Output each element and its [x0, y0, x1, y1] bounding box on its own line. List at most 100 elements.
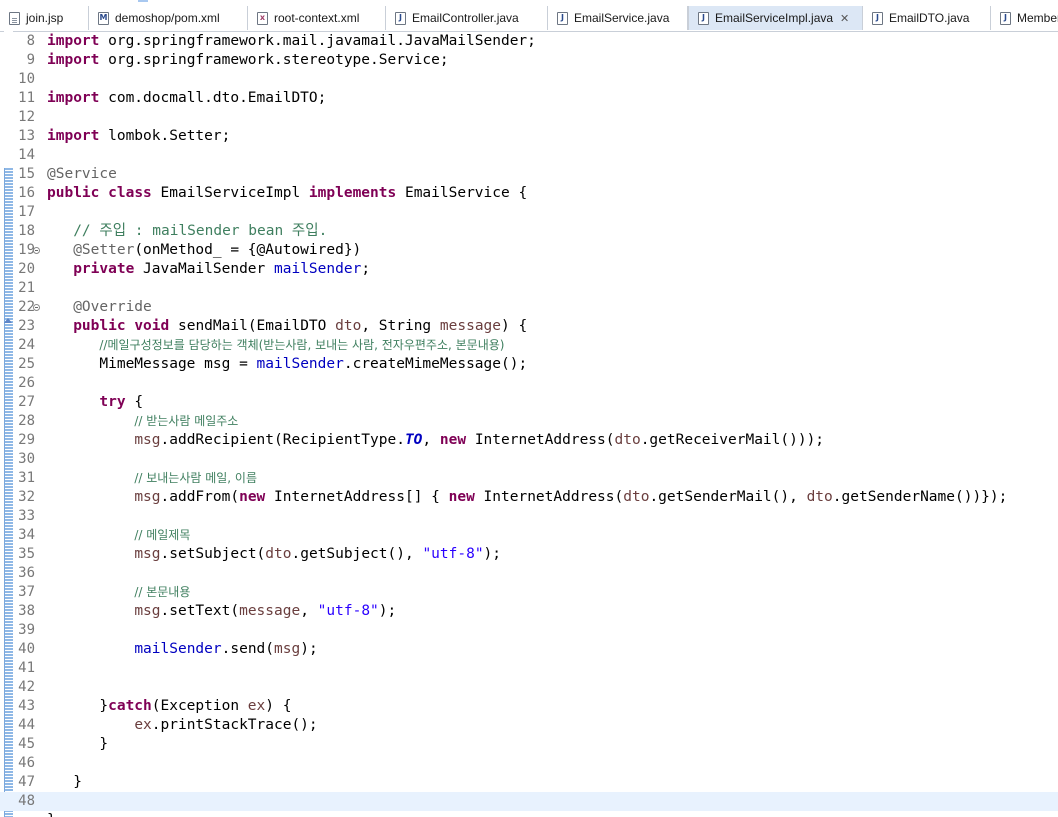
- java-file-icon: J: [557, 11, 568, 25]
- code-line[interactable]: 9 import org.springframework.stereotype.S…: [0, 51, 1058, 70]
- code-text: }: [47, 735, 108, 754]
- code-token: org.springframework.stereotype.Service;: [99, 52, 449, 68]
- code-line[interactable]: 17: [0, 203, 1058, 222]
- code-line[interactable]: 18 // 주입 : mailSender bean 주입.: [0, 222, 1058, 241]
- line-number: 23: [18, 318, 35, 334]
- code-token: dto: [623, 489, 650, 505]
- line-number: 29: [18, 432, 35, 448]
- code-line[interactable]: 40 mailSender.send(msg);: [0, 640, 1058, 659]
- code-line[interactable]: 21: [0, 279, 1058, 298]
- code-line[interactable]: 32 msg.addFrom(new InternetAddress[] { n…: [0, 488, 1058, 507]
- code-line[interactable]: 8 import org.springframework.mail.javamai…: [0, 32, 1058, 51]
- code-token: .setSubject(: [160, 546, 266, 562]
- code-text: MimeMessage msg = mailSender.createMimeM…: [47, 355, 527, 374]
- fold-collapse-icon[interactable]: [33, 247, 40, 254]
- code-line[interactable]: 20 private JavaMailSender mailSender;: [0, 260, 1058, 279]
- code-line[interactable]: 38 msg.setText(message, "utf-8");: [0, 602, 1058, 621]
- code-line[interactable]: 12: [0, 108, 1058, 127]
- code-line[interactable]: 47 }: [0, 773, 1058, 792]
- code-line[interactable]: 34 // 메일제목: [0, 526, 1058, 545]
- code-token: new: [439, 432, 467, 448]
- code-token: try: [99, 394, 126, 410]
- code-token: msg: [134, 603, 161, 619]
- code-line[interactable]: 45 }: [0, 735, 1058, 754]
- code-token: public: [73, 318, 126, 334]
- code-line[interactable]: 48: [0, 792, 1058, 811]
- code-line[interactable]: 27 try {: [0, 393, 1058, 412]
- line-number: 10: [18, 71, 35, 87]
- tab-email-service-impl[interactable]: J EmailServiceImpl.java ✕: [688, 6, 863, 30]
- code-token: @Service: [47, 166, 117, 182]
- code-token: // 주입 : mailSender bean 주입.: [73, 223, 328, 239]
- code-line[interactable]: 41: [0, 659, 1058, 678]
- code-line[interactable]: 29 msg.addRecipient(RecipientType.TO, ne…: [0, 431, 1058, 450]
- code-token: ex: [134, 717, 152, 733]
- code-line[interactable]: 11 import com.docmall.dto.EmailDTO;: [0, 89, 1058, 108]
- code-token: ,: [422, 432, 440, 448]
- code-editor[interactable]: 8 import org.springframework.mail.javamai…: [0, 31, 1058, 817]
- code-token: JavaMailSender: [134, 261, 274, 277]
- line-number: 44: [18, 717, 35, 733]
- code-line[interactable]: 14: [0, 146, 1058, 165]
- code-line[interactable]: }: [0, 811, 1058, 817]
- tab-root-context-xml[interactable]: x root-context.xml: [248, 6, 386, 30]
- code-text: // 본문내용: [47, 583, 190, 602]
- tab-label: EmailService.java: [574, 11, 670, 25]
- code-token: import: [47, 52, 100, 68]
- code-token: message: [439, 318, 502, 334]
- code-token: }: [47, 736, 109, 752]
- code-line[interactable]: 25 MimeMessage msg = mailSender.createMi…: [0, 355, 1058, 374]
- tab-pom-xml[interactable]: M demoshop/pom.xml: [89, 6, 248, 30]
- tab-member[interactable]: J Member: [991, 6, 1058, 30]
- code-line[interactable]: 15 @Service: [0, 165, 1058, 184]
- code-line[interactable]: 19 @Setter(onMethod_ = {@Autowired}): [0, 241, 1058, 260]
- close-icon[interactable]: ✕: [840, 12, 849, 25]
- line-number: 22: [18, 299, 35, 315]
- code-token: .getReceiverMail()));: [640, 432, 825, 448]
- code-text: import com.docmall.dto.EmailDTO;: [47, 89, 326, 108]
- tab-email-dto[interactable]: J EmailDTO.java: [863, 6, 991, 30]
- code-token: new: [448, 489, 475, 505]
- tab-bar-accent: [138, 0, 148, 2]
- code-text: @Service: [47, 165, 117, 184]
- line-number: 39: [18, 622, 35, 638]
- line-number: 11: [18, 90, 35, 106]
- tab-join-jsp[interactable]: join.jsp: [0, 6, 89, 30]
- code-text: import org.springframework.mail.javamail…: [47, 32, 536, 51]
- code-line[interactable]: 35 msg.setSubject(dto.getSubject(), "utf…: [0, 545, 1058, 564]
- code-token: );: [483, 546, 502, 562]
- code-line[interactable]: 22 @Override: [0, 298, 1058, 317]
- code-line[interactable]: 10: [0, 70, 1058, 89]
- code-line[interactable]: 16 public class EmailServiceImpl implemen…: [0, 184, 1058, 203]
- line-number: 42: [18, 679, 35, 695]
- code-line[interactable]: 43 }catch(Exception ex) {: [0, 697, 1058, 716]
- code-token: new: [239, 489, 266, 505]
- code-line[interactable]: 23 public void sendMail(EmailDTO dto, St…: [0, 317, 1058, 336]
- line-number: 48: [18, 793, 35, 809]
- code-line[interactable]: 30: [0, 450, 1058, 469]
- code-line[interactable]: 26: [0, 374, 1058, 393]
- line-number: 37: [18, 584, 35, 600]
- code-line[interactable]: 42: [0, 678, 1058, 697]
- code-token: .addRecipient(RecipientType.: [160, 432, 405, 448]
- tab-email-controller[interactable]: J EmailController.java: [386, 6, 548, 30]
- code-text: private JavaMailSender mailSender;: [47, 260, 370, 279]
- code-line[interactable]: 13 import lombok.Setter;: [0, 127, 1058, 146]
- code-line[interactable]: 46: [0, 754, 1058, 773]
- code-line[interactable]: 37 // 본문내용: [0, 583, 1058, 602]
- fold-collapse-icon[interactable]: [33, 304, 40, 311]
- code-line[interactable]: 39: [0, 621, 1058, 640]
- override-marker-icon[interactable]: [4, 318, 12, 324]
- code-text: public class EmailServiceImpl implements…: [47, 184, 527, 203]
- code-line[interactable]: 36: [0, 564, 1058, 583]
- code-line[interactable]: 33: [0, 507, 1058, 526]
- code-token: mailSender: [134, 641, 222, 657]
- code-line[interactable]: 44 ex.printStackTrace();: [0, 716, 1058, 735]
- code-line[interactable]: 31 // 보내는사람 메일, 이름: [0, 469, 1058, 488]
- tab-email-service[interactable]: J EmailService.java: [548, 6, 688, 30]
- code-line[interactable]: 28 // 받는사람 메일주소: [0, 412, 1058, 431]
- code-token: // 보내는사람 메일, 이름: [134, 471, 258, 485]
- code-line[interactable]: 24 //메일구성정보를 담당하는 객체(받는사람, 보내는 사람, 전자우편주…: [0, 336, 1058, 355]
